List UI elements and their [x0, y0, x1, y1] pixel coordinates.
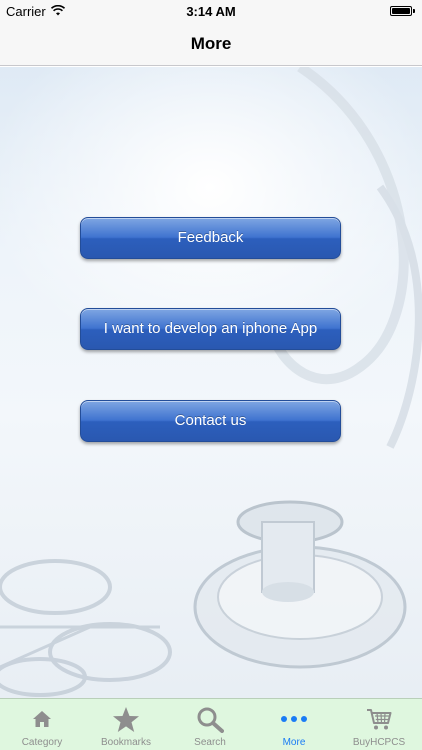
tab-buy-hcpcs-label: BuyHCPCS	[352, 737, 406, 748]
develop-app-button[interactable]: I want to develop an iphone App	[80, 308, 341, 350]
status-bar: Carrier 3:14 AM	[0, 0, 422, 22]
tab-search[interactable]: Search	[168, 699, 252, 750]
more-dots-icon	[281, 716, 307, 722]
tab-more-label: More	[282, 737, 306, 748]
search-icon	[197, 707, 224, 733]
cart-icon	[367, 709, 392, 730]
status-time: 3:14 AM	[186, 4, 236, 19]
feedback-button[interactable]: Feedback	[80, 217, 341, 259]
tab-bookmarks-label: Bookmarks	[100, 737, 151, 748]
star-icon	[113, 706, 139, 732]
tab-search-label: Search	[194, 737, 226, 748]
navigation-bar: More	[0, 22, 422, 66]
stethoscope-background-image	[0, 67, 422, 697]
tab-buy-hcpcs[interactable]: BuyHCPCS	[336, 699, 422, 750]
tab-category[interactable]: Category	[0, 699, 84, 750]
contact-us-button[interactable]: Contact us	[80, 400, 341, 442]
battery-icon	[390, 6, 415, 16]
tab-category-label: Category	[21, 737, 63, 748]
tab-bookmarks[interactable]: Bookmarks	[84, 699, 168, 750]
tab-more[interactable]: More	[252, 699, 336, 750]
page-title: More	[190, 34, 232, 53]
tab-bar: Category Bookmarks Search More BuyHCPCS	[0, 698, 422, 750]
content-area: Feedback I want to develop an iphone App…	[0, 67, 422, 698]
home-icon	[33, 711, 51, 727]
